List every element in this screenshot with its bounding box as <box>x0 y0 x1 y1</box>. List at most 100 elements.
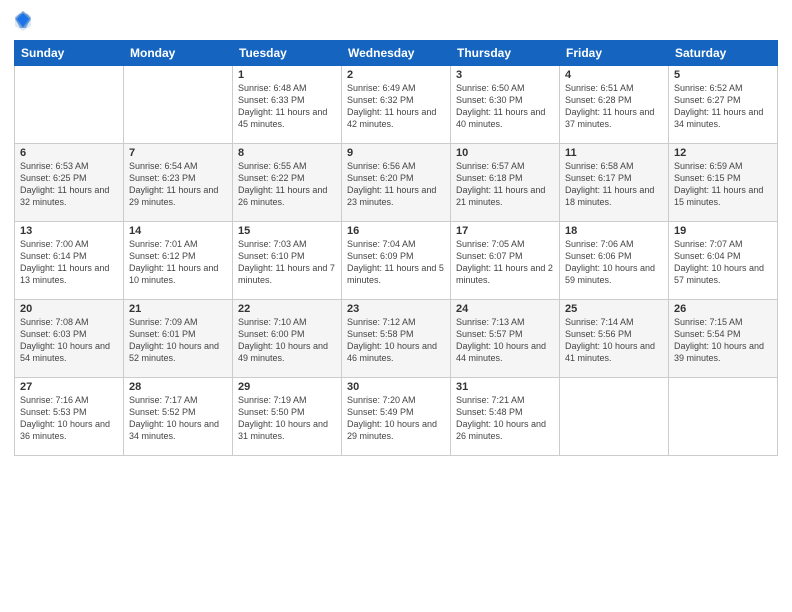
day-number: 18 <box>565 225 663 237</box>
day-info: Sunrise: 6:50 AM Sunset: 6:30 PM Dayligh… <box>456 82 554 131</box>
day-info: Sunrise: 7:19 AM Sunset: 5:50 PM Dayligh… <box>238 394 336 443</box>
day-number: 3 <box>456 69 554 81</box>
day-info: Sunrise: 7:07 AM Sunset: 6:04 PM Dayligh… <box>674 238 772 287</box>
day-number: 10 <box>456 147 554 159</box>
calendar-cell <box>669 378 778 456</box>
calendar-cell: 2Sunrise: 6:49 AM Sunset: 6:32 PM Daylig… <box>342 66 451 144</box>
calendar-cell: 4Sunrise: 6:51 AM Sunset: 6:28 PM Daylig… <box>560 66 669 144</box>
day-number: 24 <box>456 303 554 315</box>
calendar-week-row: 6Sunrise: 6:53 AM Sunset: 6:25 PM Daylig… <box>15 144 778 222</box>
day-info: Sunrise: 6:53 AM Sunset: 6:25 PM Dayligh… <box>20 160 118 209</box>
day-info: Sunrise: 6:48 AM Sunset: 6:33 PM Dayligh… <box>238 82 336 131</box>
calendar-week-row: 13Sunrise: 7:00 AM Sunset: 6:14 PM Dayli… <box>15 222 778 300</box>
calendar-cell <box>560 378 669 456</box>
calendar-cell: 5Sunrise: 6:52 AM Sunset: 6:27 PM Daylig… <box>669 66 778 144</box>
day-info: Sunrise: 6:56 AM Sunset: 6:20 PM Dayligh… <box>347 160 445 209</box>
day-info: Sunrise: 7:03 AM Sunset: 6:10 PM Dayligh… <box>238 238 336 287</box>
day-number: 15 <box>238 225 336 237</box>
day-info: Sunrise: 7:13 AM Sunset: 5:57 PM Dayligh… <box>456 316 554 365</box>
day-number: 13 <box>20 225 118 237</box>
day-number: 28 <box>129 381 227 393</box>
day-number: 31 <box>456 381 554 393</box>
day-number: 16 <box>347 225 445 237</box>
calendar-cell: 22Sunrise: 7:10 AM Sunset: 6:00 PM Dayli… <box>233 300 342 378</box>
calendar-day-header: Sunday <box>15 41 124 66</box>
day-info: Sunrise: 6:49 AM Sunset: 6:32 PM Dayligh… <box>347 82 445 131</box>
day-number: 9 <box>347 147 445 159</box>
calendar-cell <box>15 66 124 144</box>
day-number: 29 <box>238 381 336 393</box>
calendar-week-row: 27Sunrise: 7:16 AM Sunset: 5:53 PM Dayli… <box>15 378 778 456</box>
day-info: Sunrise: 6:59 AM Sunset: 6:15 PM Dayligh… <box>674 160 772 209</box>
day-number: 22 <box>238 303 336 315</box>
day-info: Sunrise: 6:58 AM Sunset: 6:17 PM Dayligh… <box>565 160 663 209</box>
day-number: 5 <box>674 69 772 81</box>
day-info: Sunrise: 6:52 AM Sunset: 6:27 PM Dayligh… <box>674 82 772 131</box>
day-number: 6 <box>20 147 118 159</box>
day-info: Sunrise: 7:14 AM Sunset: 5:56 PM Dayligh… <box>565 316 663 365</box>
day-info: Sunrise: 7:09 AM Sunset: 6:01 PM Dayligh… <box>129 316 227 365</box>
day-number: 4 <box>565 69 663 81</box>
day-number: 19 <box>674 225 772 237</box>
calendar-day-header: Friday <box>560 41 669 66</box>
day-info: Sunrise: 7:05 AM Sunset: 6:07 PM Dayligh… <box>456 238 554 287</box>
calendar-cell: 13Sunrise: 7:00 AM Sunset: 6:14 PM Dayli… <box>15 222 124 300</box>
day-info: Sunrise: 7:01 AM Sunset: 6:12 PM Dayligh… <box>129 238 227 287</box>
logo-icon <box>14 10 32 32</box>
calendar-cell: 17Sunrise: 7:05 AM Sunset: 6:07 PM Dayli… <box>451 222 560 300</box>
day-number: 26 <box>674 303 772 315</box>
calendar-cell: 8Sunrise: 6:55 AM Sunset: 6:22 PM Daylig… <box>233 144 342 222</box>
day-info: Sunrise: 7:08 AM Sunset: 6:03 PM Dayligh… <box>20 316 118 365</box>
calendar-cell: 14Sunrise: 7:01 AM Sunset: 6:12 PM Dayli… <box>124 222 233 300</box>
calendar-cell: 29Sunrise: 7:19 AM Sunset: 5:50 PM Dayli… <box>233 378 342 456</box>
calendar-day-header: Wednesday <box>342 41 451 66</box>
calendar-cell: 27Sunrise: 7:16 AM Sunset: 5:53 PM Dayli… <box>15 378 124 456</box>
calendar-cell: 15Sunrise: 7:03 AM Sunset: 6:10 PM Dayli… <box>233 222 342 300</box>
day-number: 1 <box>238 69 336 81</box>
calendar-cell: 3Sunrise: 6:50 AM Sunset: 6:30 PM Daylig… <box>451 66 560 144</box>
day-info: Sunrise: 7:21 AM Sunset: 5:48 PM Dayligh… <box>456 394 554 443</box>
day-info: Sunrise: 7:04 AM Sunset: 6:09 PM Dayligh… <box>347 238 445 287</box>
calendar-cell: 20Sunrise: 7:08 AM Sunset: 6:03 PM Dayli… <box>15 300 124 378</box>
day-number: 8 <box>238 147 336 159</box>
calendar-cell: 26Sunrise: 7:15 AM Sunset: 5:54 PM Dayli… <box>669 300 778 378</box>
calendar-cell: 10Sunrise: 6:57 AM Sunset: 6:18 PM Dayli… <box>451 144 560 222</box>
day-number: 25 <box>565 303 663 315</box>
day-info: Sunrise: 6:54 AM Sunset: 6:23 PM Dayligh… <box>129 160 227 209</box>
calendar-cell: 30Sunrise: 7:20 AM Sunset: 5:49 PM Dayli… <box>342 378 451 456</box>
calendar-cell: 31Sunrise: 7:21 AM Sunset: 5:48 PM Dayli… <box>451 378 560 456</box>
calendar-cell: 12Sunrise: 6:59 AM Sunset: 6:15 PM Dayli… <box>669 144 778 222</box>
calendar-header-row: SundayMondayTuesdayWednesdayThursdayFrid… <box>15 41 778 66</box>
logo <box>14 10 35 32</box>
calendar-cell: 19Sunrise: 7:07 AM Sunset: 6:04 PM Dayli… <box>669 222 778 300</box>
calendar-cell <box>124 66 233 144</box>
calendar-cell: 25Sunrise: 7:14 AM Sunset: 5:56 PM Dayli… <box>560 300 669 378</box>
page: SundayMondayTuesdayWednesdayThursdayFrid… <box>0 0 792 612</box>
day-number: 11 <box>565 147 663 159</box>
calendar-cell: 28Sunrise: 7:17 AM Sunset: 5:52 PM Dayli… <box>124 378 233 456</box>
day-number: 30 <box>347 381 445 393</box>
day-number: 2 <box>347 69 445 81</box>
day-info: Sunrise: 6:51 AM Sunset: 6:28 PM Dayligh… <box>565 82 663 131</box>
day-number: 7 <box>129 147 227 159</box>
day-info: Sunrise: 7:16 AM Sunset: 5:53 PM Dayligh… <box>20 394 118 443</box>
calendar-week-row: 1Sunrise: 6:48 AM Sunset: 6:33 PM Daylig… <box>15 66 778 144</box>
calendar-cell: 11Sunrise: 6:58 AM Sunset: 6:17 PM Dayli… <box>560 144 669 222</box>
day-number: 12 <box>674 147 772 159</box>
day-number: 21 <box>129 303 227 315</box>
day-info: Sunrise: 7:15 AM Sunset: 5:54 PM Dayligh… <box>674 316 772 365</box>
calendar-cell: 24Sunrise: 7:13 AM Sunset: 5:57 PM Dayli… <box>451 300 560 378</box>
day-number: 14 <box>129 225 227 237</box>
day-number: 27 <box>20 381 118 393</box>
day-info: Sunrise: 7:20 AM Sunset: 5:49 PM Dayligh… <box>347 394 445 443</box>
day-info: Sunrise: 7:10 AM Sunset: 6:00 PM Dayligh… <box>238 316 336 365</box>
calendar-cell: 1Sunrise: 6:48 AM Sunset: 6:33 PM Daylig… <box>233 66 342 144</box>
day-number: 17 <box>456 225 554 237</box>
calendar-day-header: Saturday <box>669 41 778 66</box>
calendar-table: SundayMondayTuesdayWednesdayThursdayFrid… <box>14 40 778 456</box>
calendar-day-header: Thursday <box>451 41 560 66</box>
calendar-cell: 21Sunrise: 7:09 AM Sunset: 6:01 PM Dayli… <box>124 300 233 378</box>
calendar-cell: 18Sunrise: 7:06 AM Sunset: 6:06 PM Dayli… <box>560 222 669 300</box>
day-number: 23 <box>347 303 445 315</box>
day-info: Sunrise: 7:06 AM Sunset: 6:06 PM Dayligh… <box>565 238 663 287</box>
